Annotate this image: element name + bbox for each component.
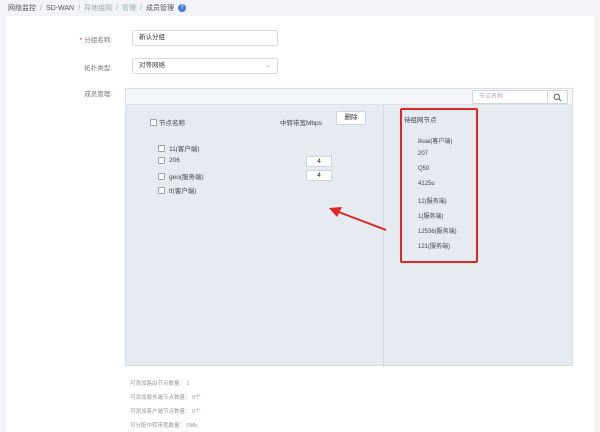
node-name: geo(服务端): [169, 174, 204, 181]
node-row[interactable]: 206: [158, 157, 180, 164]
group-name-input[interactable]: 新认分组: [132, 30, 278, 46]
node-name: 11(客户端): [169, 146, 200, 153]
breadcrumb-item-member-manage: 成员管理: [145, 5, 174, 12]
node-search-input[interactable]: 节点名称: [472, 90, 568, 104]
breadcrumb-item-monitor[interactable]: 网络监控: [8, 3, 36, 13]
relay-bandwidth-header: 中转带宽Mbps: [280, 120, 322, 127]
required-mark: *: [79, 37, 83, 44]
node-row[interactable]: geo(服务端): [158, 171, 204, 181]
topology-select[interactable]: 对等网络 ⌄: [132, 58, 278, 74]
pending-node-item[interactable]: ikuai(客户端): [418, 136, 452, 145]
stat-relay-bandwidth: 可分配中转带宽数量： 0Mb: [130, 423, 198, 429]
node-name-header: 节点名称: [150, 117, 185, 127]
select-all-checkbox[interactable]: [150, 118, 157, 126]
pending-node-item[interactable]: 207: [418, 151, 428, 157]
pending-node-item[interactable]: 12(服务端): [418, 196, 447, 205]
stat-route-nodes: 可添加路由节点数量： 1: [130, 381, 190, 387]
breadcrumb-separator: /: [140, 4, 142, 12]
pending-nodes-title: 待组网节点: [404, 117, 437, 124]
pending-node-item[interactable]: Q50: [418, 166, 429, 172]
pending-node-item[interactable]: 121(服务端): [418, 241, 450, 250]
group-name-label: * 分组名称:: [79, 37, 112, 44]
stat-server-nodes: 可添加服务端节点数量： 0个: [130, 395, 201, 401]
node-row[interactable]: tf(客户端): [158, 185, 196, 195]
topology-value: 对等网络: [139, 62, 165, 69]
breadcrumb: 网络监控 / SD-WAN / 异地组网 / 管理 / 成员管理 ?: [8, 2, 186, 14]
search-button[interactable]: [547, 91, 567, 103]
pending-nodes-highlight-box: [400, 108, 478, 263]
node-checkbox[interactable]: [158, 186, 165, 194]
topology-label: 拓扑类型:: [84, 65, 112, 72]
breadcrumb-item-sdwan[interactable]: SD-WAN: [46, 5, 74, 12]
pending-node-item[interactable]: 1(服务端): [418, 211, 443, 220]
breadcrumb-item-remote-network[interactable]: 异地组网: [84, 3, 112, 13]
pending-node-item[interactable]: 12536(服务端): [418, 226, 457, 235]
breadcrumb-item-manage[interactable]: 管理: [122, 3, 136, 13]
stat-client-nodes: 可添加客户端节点数量： 0个: [130, 409, 201, 415]
delete-button[interactable]: 删除: [336, 111, 366, 125]
search-icon: [553, 93, 562, 101]
node-checkbox[interactable]: [158, 172, 165, 180]
node-checkbox[interactable]: [158, 144, 165, 152]
chevron-down-icon: ⌄: [265, 62, 271, 69]
node-name: 206: [169, 157, 180, 164]
node-checkbox[interactable]: [158, 157, 165, 164]
breadcrumb-separator: /: [78, 4, 81, 12]
member-node-list: 节点名称 中转带宽Mbps 删除 11(客户端) 206 4 geo(服务端) …: [126, 105, 382, 367]
pending-node-item[interactable]: 4125u: [418, 181, 435, 187]
member-label: 成员管理:: [84, 91, 112, 98]
node-name: tf(客户端): [169, 188, 197, 195]
member-toolbar: 节点名称: [126, 89, 572, 105]
bandwidth-input[interactable]: 4: [306, 156, 332, 167]
node-row[interactable]: 11(客户端): [158, 143, 200, 153]
breadcrumb-separator: /: [40, 4, 42, 12]
help-icon[interactable]: ?: [177, 4, 186, 12]
member-management-area: 节点名称 节点名称 中转带宽Mbps 删除 11(客户端) 206 4 geo(…: [125, 88, 573, 367]
breadcrumb-separator: /: [116, 4, 118, 12]
bandwidth-input[interactable]: 4: [306, 170, 332, 181]
